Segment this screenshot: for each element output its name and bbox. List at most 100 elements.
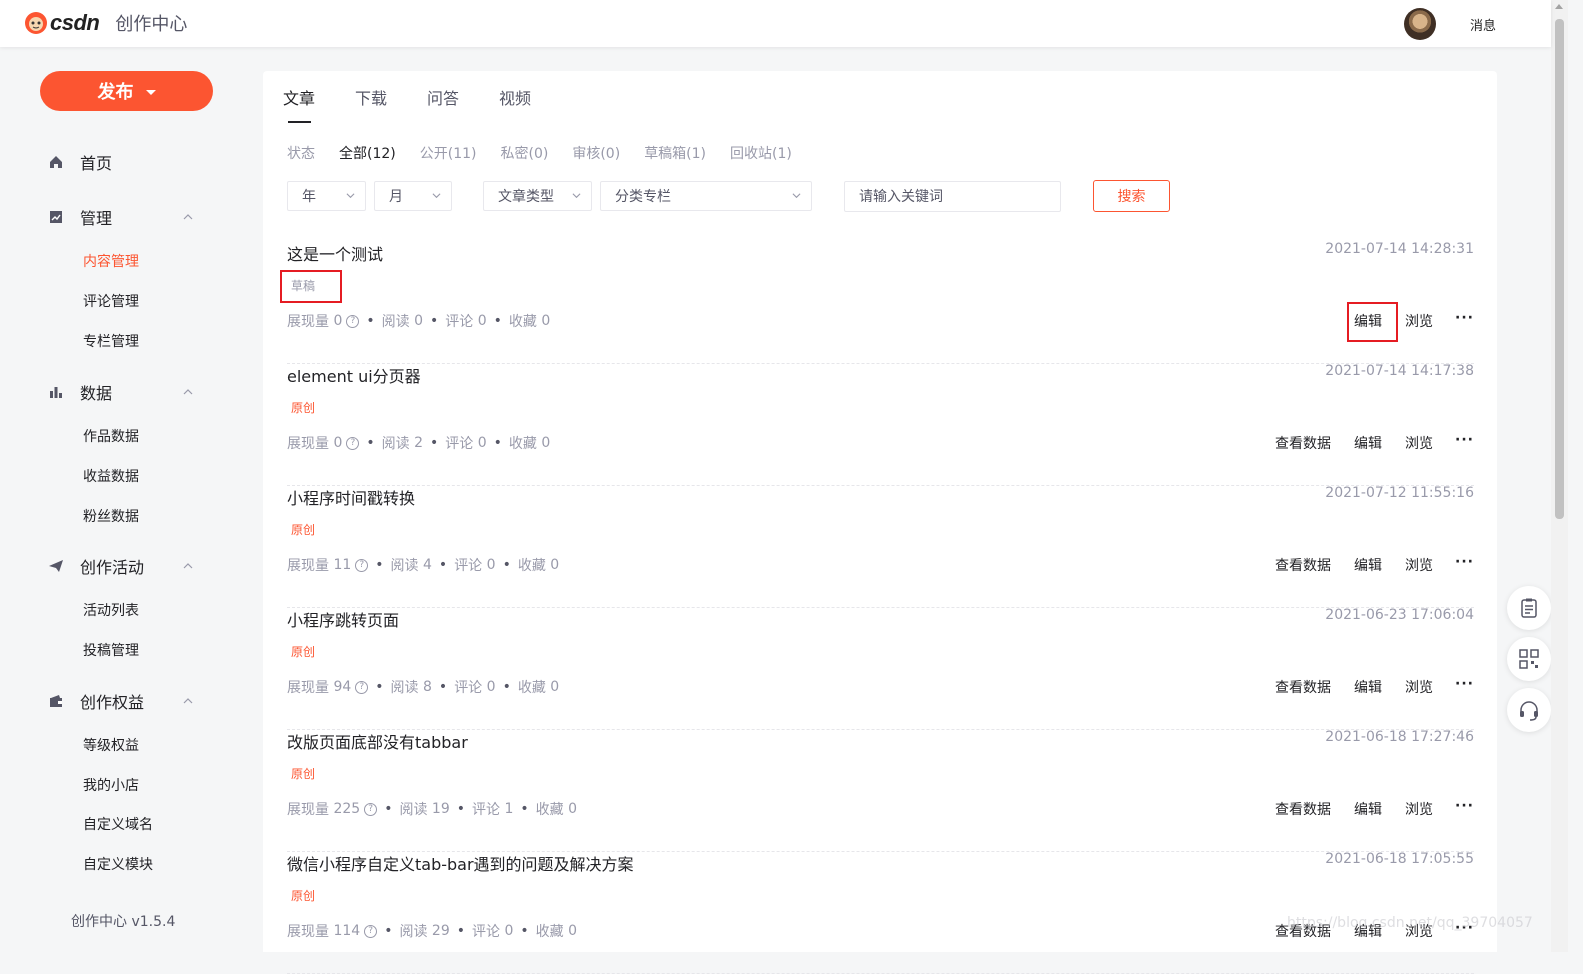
impressions-value: 11 bbox=[333, 557, 352, 573]
article-time: 2021-07-14 14:28:31 bbox=[1325, 241, 1474, 257]
impressions-value: 0 bbox=[333, 435, 343, 451]
status-public[interactable]: 公开(11) bbox=[420, 143, 477, 163]
sidebar-item-content-manage[interactable]: 内容管理 bbox=[83, 251, 139, 271]
messages-link[interactable]: 消息 bbox=[1470, 15, 1496, 34]
tab-qa[interactable]: 问答 bbox=[427, 85, 459, 108]
edit-button[interactable]: 编辑 bbox=[1354, 677, 1382, 697]
sidebar-item-work-data[interactable]: 作品数据 bbox=[83, 426, 139, 446]
article-title[interactable]: element ui分页器 bbox=[287, 363, 421, 387]
view-data-button[interactable]: 查看数据 bbox=[1275, 433, 1331, 453]
edit-button[interactable]: 编辑 bbox=[1354, 433, 1382, 453]
sidebar-item-home[interactable]: 首页 bbox=[48, 150, 213, 174]
browse-button[interactable]: 浏览 bbox=[1405, 311, 1433, 331]
sidebar-item-level-rights[interactable]: 等级权益 bbox=[83, 735, 139, 755]
search-button[interactable]: 搜索 bbox=[1093, 180, 1170, 212]
more-options-icon[interactable]: ··· bbox=[1455, 798, 1474, 814]
tab-articles[interactable]: 文章 bbox=[283, 85, 315, 108]
help-circle-icon[interactable]: ? bbox=[364, 924, 378, 938]
help-circle-icon[interactable]: ? bbox=[355, 558, 369, 572]
tab-videos[interactable]: 视频 bbox=[499, 85, 531, 108]
sidebar-section-data[interactable]: 数据 bbox=[48, 380, 213, 404]
page-scrollbar[interactable] bbox=[1551, 0, 1568, 952]
comments-value: 0 bbox=[486, 679, 496, 695]
browse-button[interactable]: 浏览 bbox=[1405, 555, 1433, 575]
article-title[interactable]: 小程序时间戳转换 bbox=[287, 485, 415, 509]
chevron-up-icon bbox=[183, 563, 193, 569]
browse-button[interactable]: 浏览 bbox=[1405, 433, 1433, 453]
help-circle-icon[interactable]: ? bbox=[364, 802, 378, 816]
edit-button[interactable]: 编辑 bbox=[1354, 555, 1382, 575]
bar-chart-icon bbox=[50, 387, 62, 398]
comments-value: 0 bbox=[477, 435, 487, 451]
article-actions: 查看数据 编辑 浏览 ··· bbox=[1275, 798, 1474, 819]
view-data-button[interactable]: 查看数据 bbox=[1275, 799, 1331, 819]
scroll-up-arrow-icon[interactable] bbox=[1555, 4, 1563, 9]
article-type-select[interactable]: 文章类型 bbox=[483, 181, 592, 211]
sidebar-item-income-data[interactable]: 收益数据 bbox=[83, 466, 139, 486]
more-options-icon[interactable]: ··· bbox=[1455, 554, 1474, 570]
sidebar-item-custom-module[interactable]: 自定义模块 bbox=[83, 854, 153, 874]
customer-service-tool[interactable] bbox=[1507, 688, 1551, 732]
sidebar-item-submission-manage[interactable]: 投稿管理 bbox=[83, 640, 139, 660]
favorites-label: 收藏 bbox=[508, 436, 537, 452]
month-select[interactable]: 月 bbox=[374, 181, 452, 211]
article-title[interactable]: 微信小程序自定义tab-bar遇到的问题及解决方案 bbox=[287, 851, 634, 875]
csdn-logo[interactable]: CSDN 创作中心 bbox=[24, 10, 187, 35]
column-select[interactable]: 分类专栏 bbox=[600, 181, 812, 211]
help-circle-icon[interactable]: ? bbox=[346, 436, 360, 450]
help-circle-icon[interactable]: ? bbox=[355, 680, 369, 694]
caret-down-icon bbox=[145, 89, 156, 95]
sidebar-item-column-manage[interactable]: 专栏管理 bbox=[83, 331, 139, 351]
separator-dot: • bbox=[502, 557, 511, 573]
more-options-icon[interactable]: ··· bbox=[1455, 676, 1474, 692]
impressions-value: 114 bbox=[333, 923, 361, 939]
more-options-icon[interactable]: ··· bbox=[1455, 310, 1474, 326]
keyword-input[interactable] bbox=[844, 181, 1061, 212]
article-actions: 查看数据 编辑 浏览 ··· bbox=[1275, 554, 1474, 575]
year-select[interactable]: 年 bbox=[287, 181, 366, 211]
tab-downloads[interactable]: 下载 bbox=[355, 85, 387, 108]
sidebar-item-fans-data[interactable]: 粉丝数据 bbox=[83, 506, 139, 526]
sidebar-item-custom-domain[interactable]: 自定义域名 bbox=[83, 814, 153, 834]
sidebar-section-manage[interactable]: 管理 bbox=[48, 205, 213, 229]
article-title[interactable]: 改版页面底部没有tabbar bbox=[287, 729, 468, 753]
status-trash[interactable]: 回收站(1) bbox=[730, 143, 792, 163]
monkey-logo-icon bbox=[25, 12, 47, 34]
publish-button[interactable]: 发布 bbox=[40, 71, 213, 111]
reads-label: 阅读 bbox=[399, 924, 428, 940]
sidebar-item-my-shop[interactable]: 我的小店 bbox=[83, 775, 139, 795]
view-data-button[interactable]: 查看数据 bbox=[1275, 677, 1331, 697]
separator-dot: • bbox=[456, 923, 465, 939]
status-private[interactable]: 私密(0) bbox=[501, 143, 549, 163]
content-tabs: 文章 下载 问答 视频 bbox=[283, 85, 571, 108]
edit-button[interactable]: 编辑 bbox=[1354, 799, 1382, 819]
status-drafts[interactable]: 草稿箱(1) bbox=[644, 143, 706, 163]
sidebar-section-activity[interactable]: 创作活动 bbox=[48, 554, 213, 578]
qr-code-tool[interactable] bbox=[1507, 637, 1551, 681]
comments-label: 评论 bbox=[472, 924, 500, 940]
wallet-icon bbox=[50, 695, 62, 707]
browse-button[interactable]: 浏览 bbox=[1405, 677, 1433, 697]
view-data-button[interactable]: 查看数据 bbox=[1275, 555, 1331, 575]
scroll-thumb[interactable] bbox=[1555, 19, 1564, 519]
sidebar-item-activity-list[interactable]: 活动列表 bbox=[83, 600, 139, 620]
help-circle-icon[interactable]: ? bbox=[346, 314, 360, 328]
edit-button[interactable]: 编辑 bbox=[1354, 311, 1382, 331]
task-list-tool[interactable] bbox=[1507, 586, 1551, 630]
sidebar-section-label: 数据 bbox=[80, 384, 113, 403]
separator-dot: • bbox=[430, 435, 439, 451]
chevron-up-icon bbox=[183, 214, 193, 220]
article-title[interactable]: 小程序跳转页面 bbox=[287, 607, 399, 631]
logo-text: CSDN bbox=[50, 10, 100, 35]
user-avatar[interactable] bbox=[1404, 8, 1436, 40]
sidebar-section-rights[interactable]: 创作权益 bbox=[48, 689, 213, 713]
browse-button[interactable]: 浏览 bbox=[1405, 799, 1433, 819]
more-options-icon[interactable]: ··· bbox=[1455, 432, 1474, 448]
comments-label: 评论 bbox=[445, 314, 474, 330]
sidebar-home-label: 首页 bbox=[80, 154, 113, 173]
status-all[interactable]: 全部(12) bbox=[339, 143, 396, 163]
status-review[interactable]: 审核(0) bbox=[572, 143, 620, 163]
impressions-label: 展现量 bbox=[287, 558, 329, 574]
article-title[interactable]: 这是一个测试 bbox=[287, 241, 383, 265]
sidebar-item-comment-manage[interactable]: 评论管理 bbox=[83, 291, 139, 311]
